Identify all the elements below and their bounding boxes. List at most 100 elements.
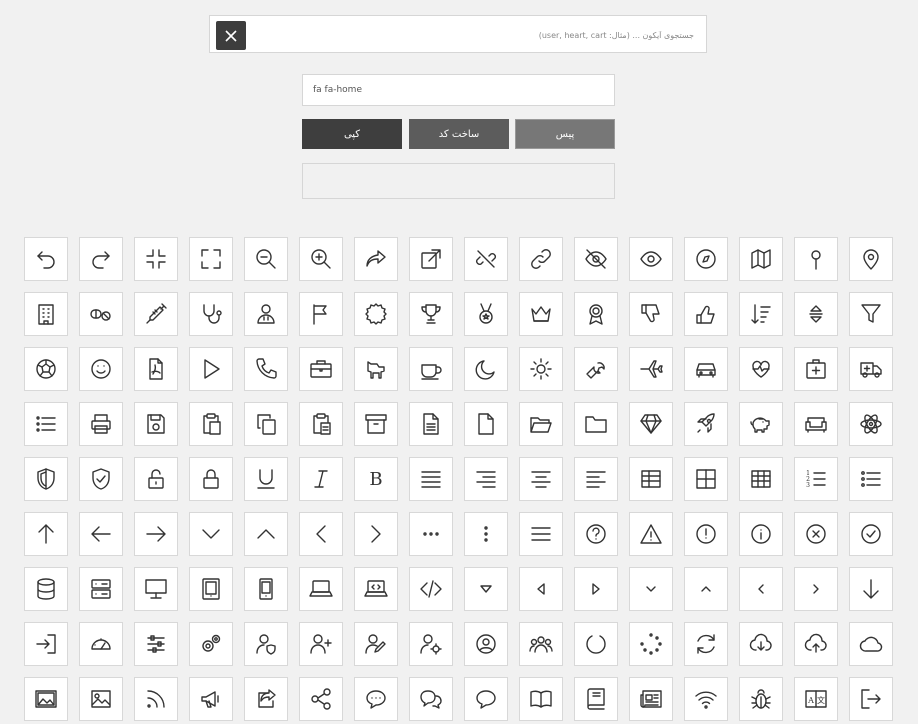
icon-tile-mobile[interactable]: [244, 567, 288, 611]
icon-tile-angle-up[interactable]: [684, 567, 728, 611]
icon-tile-file-alt[interactable]: [409, 402, 453, 446]
icon-tile-sort-amount-down[interactable]: [739, 292, 783, 336]
icon-tile-car[interactable]: [684, 347, 728, 391]
icon-tile-bullhorn[interactable]: [189, 677, 233, 721]
icon-tile-code[interactable]: [409, 567, 453, 611]
icon-tile-border-all[interactable]: [684, 457, 728, 501]
icon-tile-cloud-upload[interactable]: [794, 622, 838, 666]
icon-tile-newspaper[interactable]: [629, 677, 673, 721]
icon-tile-archive[interactable]: [354, 402, 398, 446]
icon-tile-angle-left[interactable]: [739, 567, 783, 611]
icon-tile-angle-right[interactable]: [794, 567, 838, 611]
icon-tile-atom[interactable]: [849, 402, 893, 446]
icon-tile-align-right[interactable]: [464, 457, 508, 501]
icon-tile-chevron-down[interactable]: [189, 512, 233, 556]
icon-tile-italic[interactable]: [299, 457, 343, 501]
paste-button[interactable]: پیس: [515, 119, 615, 149]
icon-tile-thumbs-up[interactable]: [684, 292, 728, 336]
icon-tile-shield-half[interactable]: [24, 457, 68, 501]
icon-tile-thumbs-down[interactable]: [629, 292, 673, 336]
icon-tile-map-pin[interactable]: [794, 237, 838, 281]
icon-tile-arrow-down[interactable]: [849, 567, 893, 611]
icon-tile-briefcase[interactable]: [299, 347, 343, 391]
icon-search-input[interactable]: [254, 20, 702, 50]
icon-tile-clipboard[interactable]: [299, 402, 343, 446]
icon-tile-language[interactable]: A文: [794, 677, 838, 721]
icon-tile-chevron-up[interactable]: [244, 512, 288, 556]
icon-tile-bars[interactable]: [519, 512, 563, 556]
icon-tile-redo[interactable]: [79, 237, 123, 281]
icon-tile-image[interactable]: [79, 677, 123, 721]
icon-tile-futbol[interactable]: [24, 347, 68, 391]
icon-tile-piggy-bank[interactable]: [739, 402, 783, 446]
icon-tile-comment[interactable]: [464, 677, 508, 721]
icon-tile-user-plus[interactable]: [299, 622, 343, 666]
icon-tile-compass[interactable]: [684, 237, 728, 281]
icon-tile-pills[interactable]: [79, 292, 123, 336]
icon-tile-align-justify[interactable]: [409, 457, 453, 501]
icon-tile-share-alt[interactable]: [299, 677, 343, 721]
icon-tile-award[interactable]: [574, 292, 618, 336]
icon-tile-folder-open[interactable]: [519, 402, 563, 446]
icon-tile-book-open[interactable]: [519, 677, 563, 721]
icon-tile-heartbeat[interactable]: [739, 347, 783, 391]
icon-tile-circle-notch[interactable]: [574, 622, 618, 666]
icon-tile-sync[interactable]: [684, 622, 728, 666]
icon-tile-save[interactable]: [134, 402, 178, 446]
icon-tile-laptop-code[interactable]: [354, 567, 398, 611]
icon-tile-copy[interactable]: [244, 402, 288, 446]
icon-tile-arrow-up[interactable]: [24, 512, 68, 556]
icon-tile-smile[interactable]: [79, 347, 123, 391]
icon-tile-user-shield[interactable]: [244, 622, 288, 666]
icon-tile-ellipsis-v[interactable]: [464, 512, 508, 556]
icon-tile-list[interactable]: [24, 402, 68, 446]
icon-tile-filter[interactable]: [849, 292, 893, 336]
icon-tile-exclamation-triangle[interactable]: [629, 512, 673, 556]
icon-tile-eye-slash[interactable]: [574, 237, 618, 281]
icon-tile-exclamation-circle[interactable]: [684, 512, 728, 556]
icon-tile-print[interactable]: [79, 402, 123, 446]
icon-tile-user-cog[interactable]: [409, 622, 453, 666]
icon-tile-info-circle[interactable]: [739, 512, 783, 556]
icon-tile-undo[interactable]: [24, 237, 68, 281]
icon-tile-medal[interactable]: [464, 292, 508, 336]
icon-tile-file[interactable]: [464, 402, 508, 446]
icon-tile-compress[interactable]: [134, 237, 178, 281]
icon-tile-lock[interactable]: [189, 457, 233, 501]
icon-tile-unlock[interactable]: [134, 457, 178, 501]
icon-tile-caret-left[interactable]: [519, 567, 563, 611]
icon-tile-chevron-left[interactable]: [299, 512, 343, 556]
icon-tile-moon[interactable]: [464, 347, 508, 391]
icon-tile-list-ol[interactable]: 123: [794, 457, 838, 501]
icon-tile-expand[interactable]: [189, 237, 233, 281]
icon-tile-phone[interactable]: [244, 347, 288, 391]
icon-tile-eye[interactable]: [629, 237, 673, 281]
icon-tile-unlink[interactable]: [464, 237, 508, 281]
icon-tile-gem[interactable]: [629, 402, 673, 446]
icon-tile-comments[interactable]: [409, 677, 453, 721]
icon-tile-desktop[interactable]: [134, 567, 178, 611]
icon-tile-tablet[interactable]: [189, 567, 233, 611]
icon-tile-sort[interactable]: [794, 292, 838, 336]
icon-tile-zoom-in[interactable]: [299, 237, 343, 281]
icon-tile-share[interactable]: [354, 237, 398, 281]
icon-tile-arrow-right[interactable]: [134, 512, 178, 556]
icon-tile-link[interactable]: [519, 237, 563, 281]
icon-tile-couch[interactable]: [794, 402, 838, 446]
icon-tile-table[interactable]: [629, 457, 673, 501]
icon-tile-bold[interactable]: B: [354, 457, 398, 501]
icon-tile-shield-check[interactable]: [79, 457, 123, 501]
icon-tile-cogs[interactable]: [189, 622, 233, 666]
icon-tile-users[interactable]: [519, 622, 563, 666]
generate-code-button[interactable]: ساخت کد: [409, 119, 509, 149]
icon-tile-file-pdf[interactable]: [134, 347, 178, 391]
icon-tile-tachometer[interactable]: [79, 622, 123, 666]
icon-tile-flag[interactable]: [299, 292, 343, 336]
icon-tile-first-aid[interactable]: [794, 347, 838, 391]
icon-tile-share-square[interactable]: [244, 677, 288, 721]
icon-tile-sign-in[interactable]: [24, 622, 68, 666]
icon-tile-folder[interactable]: [574, 402, 618, 446]
icon-tile-chevron-right[interactable]: [354, 512, 398, 556]
icon-tile-ellipsis-h[interactable]: [409, 512, 453, 556]
icon-tile-align-left[interactable]: [574, 457, 618, 501]
